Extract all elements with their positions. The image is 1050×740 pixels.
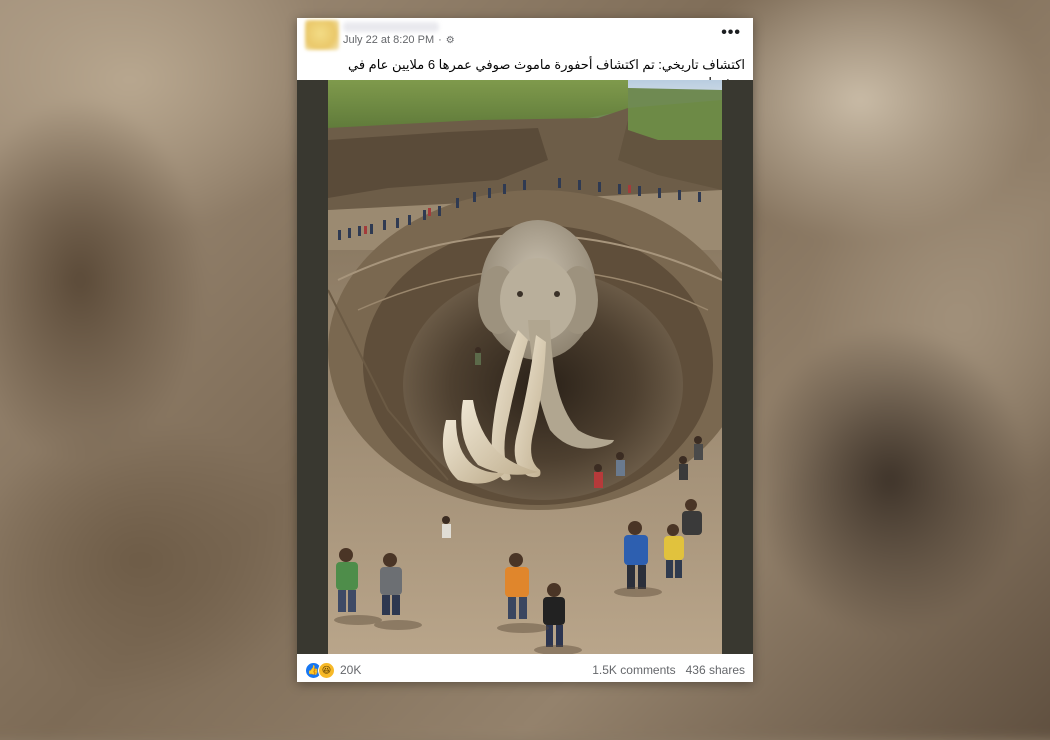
more-horizontal-icon[interactable]: ••• [721,24,741,42]
gear-icon[interactable]: ⚙ [446,35,455,46]
author-name-redacted [343,22,439,32]
comments-count[interactable]: 1.5K comments [592,663,675,677]
reaction-count[interactable]: 20K [340,663,361,677]
reaction-summary[interactable]: 👍 😆 20K [305,661,361,679]
post-meta: July 22 at 8:20 PM · ⚙ [343,34,455,46]
meta-separator: · [438,34,442,46]
shares-count[interactable]: 436 shares [686,663,745,677]
post-date[interactable]: July 22 at 8:20 PM [343,34,434,46]
post-image-frame[interactable] [297,80,753,654]
facebook-post-card: July 22 at 8:20 PM · ⚙ ••• اكتشاف تاريخي… [297,18,753,682]
post-footer: 👍 😆 20K 1.5K comments 436 shares [297,658,753,682]
post-image[interactable] [328,80,722,654]
engagement-stats: 1.5K comments 436 shares [592,663,745,677]
post-header: July 22 at 8:20 PM · ⚙ ••• اكتشاف تاريخي… [297,18,753,90]
avatar[interactable] [305,20,339,50]
haha-icon: 😆 [318,661,335,679]
